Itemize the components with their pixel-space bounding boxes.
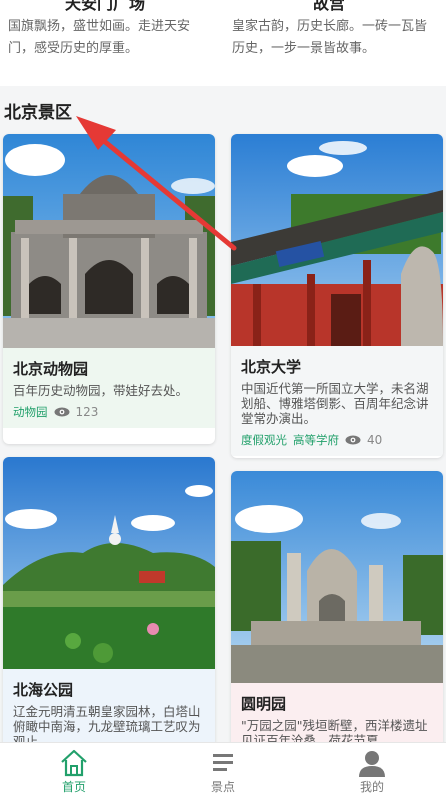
nav-mine[interactable]: 我的 — [298, 743, 446, 798]
scenic-tag[interactable]: 度假观光 — [241, 432, 287, 448]
section-title: 北京景区 — [4, 103, 72, 123]
scenic-tag[interactable]: 动物园 — [13, 404, 48, 420]
scenic-name: 北京大学 — [241, 358, 302, 376]
view-count: 40 — [367, 433, 383, 447]
scenic-tag[interactable]: 高等学府 — [293, 432, 339, 448]
home-icon — [61, 749, 87, 777]
nav-label: 我的 — [359, 780, 384, 794]
scenic-desc: 百年历史动物园，带娃好去处。 — [13, 383, 189, 398]
top-cards-strip: 天安门广场 国旗飘扬，盛世如画。走进天安门，感受历史的厚重。 故宫 皇家古韵，历… — [0, 0, 446, 86]
scenic-name: 北京动物园 — [13, 360, 89, 378]
scenic-card-zoo[interactable]: 北京动物园 百年历史动物园，带娃好去处。 动物园 123 — [3, 134, 215, 444]
user-icon — [359, 751, 385, 777]
eye-icon — [345, 435, 361, 445]
nav-label: 首页 — [61, 780, 86, 794]
nav-label: 景点 — [210, 780, 235, 794]
nav-scenic[interactable]: 景点 — [149, 743, 297, 798]
top-card-desc: 皇家古韵，历史长廊。一砖一瓦皆历史，一步一景皆故事。 — [232, 19, 428, 56]
eye-icon — [54, 407, 69, 417]
zoo-gate-image — [3, 134, 215, 348]
yuanmingyuan-image — [231, 471, 443, 683]
scenic-card-beihai[interactable]: 北海公园 辽金元明清五朝皇家园林，白塔山俯瞰中南海，九龙壁琉璃工艺叹为观止。 — [3, 457, 215, 757]
scenic-card-yuanmingyuan[interactable]: 圆明园 "万园之园"残垣断壁，西洋楼遗址见证百年沧桑，荷花节夏 — [231, 471, 443, 761]
view-count: 123 — [75, 405, 99, 419]
scenic-card-pku[interactable]: 北京大学 中国近代第一所国立大学，未名湖划船、博雅塔倒影、百周年纪念讲堂常办演出… — [231, 134, 443, 458]
bottom-nav: 首页 景点 我的 — [0, 742, 446, 798]
pku-gate-image — [231, 134, 443, 346]
top-card-title: 天安门广场 — [64, 0, 145, 13]
nav-home[interactable]: 首页 — [0, 743, 148, 798]
list-icon — [213, 754, 233, 771]
top-card-title: 故宫 — [312, 0, 345, 13]
scenic-meta: 动物园 123 — [13, 404, 205, 420]
scenic-meta: 度假观光 高等学府 40 — [241, 432, 433, 448]
scenic-name: 北海公园 — [13, 681, 74, 699]
beihai-image — [3, 457, 215, 669]
top-card-desc: 国旗飘扬，盛世如画。走进天安门，感受历史的厚重。 — [8, 19, 191, 56]
scenic-name: 圆明园 — [241, 695, 287, 713]
scenic-desc: 中国近代第一所国立大学，未名湖划船、博雅塔倒影、百周年纪念讲堂常办演出。 — [241, 381, 429, 426]
